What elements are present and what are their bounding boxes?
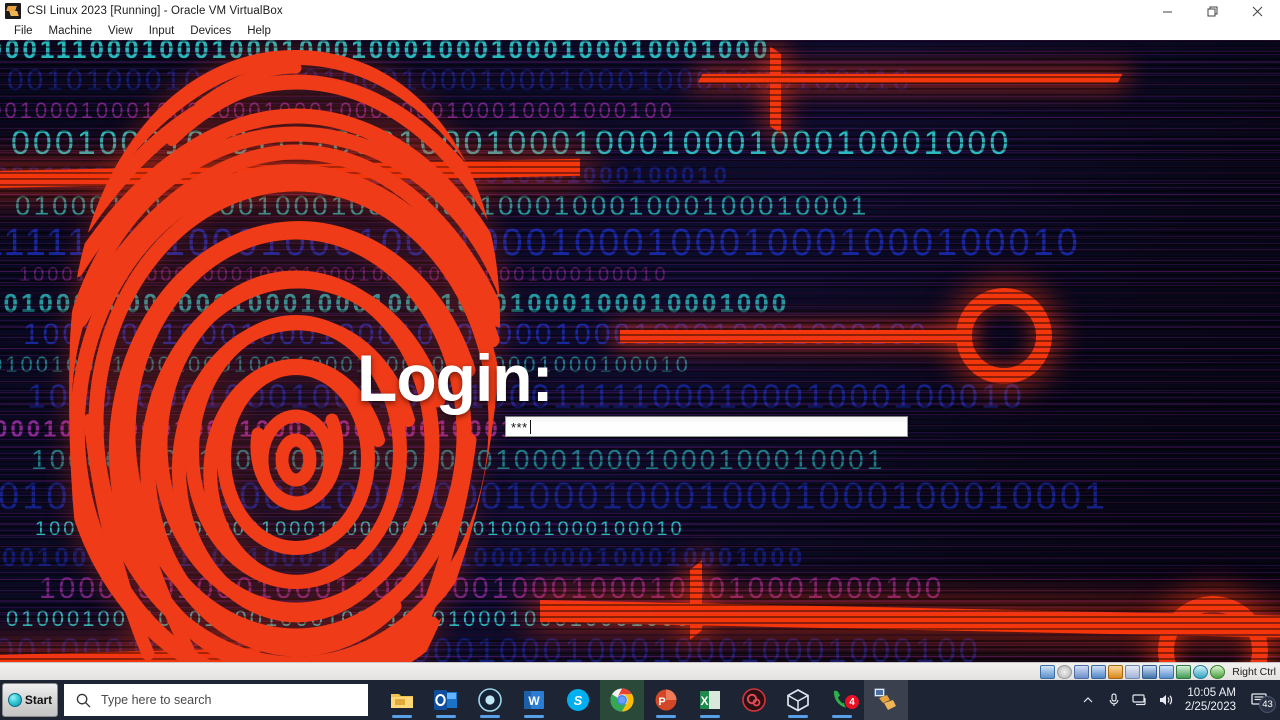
obs-icon	[741, 687, 767, 713]
features-indicator[interactable]	[1176, 664, 1192, 679]
binary-row: 0100010001000100010001000100010001000100…	[0, 476, 1109, 518]
start-button[interactable]: Start	[2, 683, 58, 717]
binary-row: 1111100010001000100010001000100010001000…	[0, 222, 1081, 264]
shared-folders-indicator[interactable]	[1125, 664, 1141, 679]
optical-drive-indicator[interactable]	[1057, 664, 1073, 679]
mouse-indicator[interactable]	[1193, 664, 1209, 679]
taskbar-item-chrome[interactable]	[600, 680, 644, 720]
binary-row: 1000100010001000100010001000100010001000…	[19, 264, 669, 286]
taskbar-item-word[interactable]: W	[512, 680, 556, 720]
window-title: CSI Linux 2023 [Running] - Oracle VM Vir…	[27, 5, 283, 17]
binary-row: 1000010001000100010001000100010001000100…	[31, 444, 886, 475]
circuit-trace-bottom-diagonal	[690, 560, 702, 640]
taskbar-item-skype[interactable]: S	[556, 680, 600, 720]
network-icon[interactable]	[1127, 680, 1153, 720]
search-placeholder: Type here to search	[101, 693, 212, 707]
menu-help[interactable]: Help	[239, 24, 279, 38]
binary-row: 0010001000100010001000100010001000100010…	[2, 542, 806, 572]
outlook-icon	[433, 687, 459, 713]
binary-row: 1000100100010001000100010001000100010001…	[39, 572, 945, 605]
taskbar-clock[interactable]: 10:05 AM 2/25/2023	[1179, 680, 1244, 720]
window-controls	[1145, 0, 1280, 22]
usb-indicator[interactable]	[1108, 664, 1124, 679]
binary-row: 0100100010001000100010001000100010001000…	[0, 352, 691, 377]
search-input[interactable]: Type here to search	[64, 684, 368, 716]
taskbar-item-phone-link[interactable]: 4	[820, 680, 864, 720]
circuit-node-right	[956, 288, 1052, 384]
taskbar-item-file-explorer[interactable]	[380, 680, 424, 720]
taskbar-item-powerpoint[interactable]: P	[644, 680, 688, 720]
binary-row: 1000111000100010001000100010001000100010…	[0, 40, 771, 64]
taskbar-item-excel[interactable]: X	[688, 680, 732, 720]
binary-row: 0001000100011110001000100010001000100010…	[11, 124, 1012, 162]
virtualbox-menubar: File Machine View Input Devices Help	[0, 22, 1280, 40]
svg-text:X: X	[700, 694, 708, 708]
menu-view[interactable]: View	[100, 24, 141, 38]
binary-row: 1001000100010001000100010001000100010001…	[0, 98, 675, 123]
taskbar-app-buttons: W S P X 4	[380, 680, 908, 720]
svg-text:P: P	[658, 696, 665, 708]
password-masked-value: ***	[511, 420, 528, 435]
binary-row: 0100010001000100010001000100010001000100…	[15, 190, 870, 221]
floppy-indicator[interactable]	[1074, 664, 1090, 679]
keyboard-indicator[interactable]	[1210, 664, 1226, 679]
windows-taskbar: Start Type here to search W S P X 4 10:0…	[0, 680, 1280, 720]
restore-button[interactable]	[1190, 0, 1235, 22]
display-indicator[interactable]	[1142, 664, 1158, 679]
circuit-trace-top	[697, 74, 1123, 83]
menu-input[interactable]: Input	[141, 24, 183, 38]
virtualbox-titlebar: CSI Linux 2023 [Running] - Oracle VM Vir…	[0, 0, 1280, 22]
start-button-label: Start	[24, 693, 53, 707]
text-caret	[529, 419, 531, 434]
search-icon	[76, 693, 91, 708]
recording-indicator[interactable]	[1159, 664, 1175, 679]
microphone-icon[interactable]	[1101, 680, 1127, 720]
virtualbox-vm-icon	[5, 3, 21, 19]
taskbar-item-outlook[interactable]	[424, 680, 468, 720]
login-label: Login:	[357, 341, 554, 415]
taskbar-item-csi-linux-vm[interactable]	[864, 680, 908, 720]
circuit-trace-top-diagonal	[770, 46, 781, 134]
virtualbox-window: CSI Linux 2023 [Running] - Oracle VM Vir…	[0, 0, 1280, 680]
start-orb-icon	[7, 693, 22, 707]
close-button[interactable]	[1235, 0, 1280, 22]
guest-screen[interactable]: 1000111000100010001000100010001000100010…	[0, 40, 1280, 662]
record-circle-icon	[477, 687, 503, 713]
virtualbox-statusbar: Right Ctrl	[0, 662, 1280, 680]
virtualbox-vm-icon	[873, 687, 899, 713]
excel-icon: X	[697, 687, 723, 713]
powerpoint-icon: P	[653, 687, 679, 713]
taskbar-item-screen-recorder[interactable]	[468, 680, 512, 720]
menu-file[interactable]: File	[6, 24, 41, 38]
clock-date: 2/25/2023	[1184, 701, 1236, 713]
minimize-button[interactable]	[1145, 0, 1190, 22]
system-tray: 10:05 AM 2/25/2023 43	[1075, 680, 1280, 720]
host-key-label: Right Ctrl	[1232, 665, 1276, 678]
volume-icon[interactable]	[1153, 680, 1179, 720]
chrome-icon	[609, 687, 635, 713]
binary-row: 0010001000100010001000100010001000100010…	[0, 288, 790, 318]
clock-time: 10:05 AM	[1187, 687, 1236, 699]
network-indicator[interactable]	[1091, 664, 1107, 679]
svg-text:W: W	[528, 694, 540, 708]
taskbar-item-virtualbox[interactable]	[776, 680, 820, 720]
taskbar-item-obs-studio[interactable]	[732, 680, 776, 720]
folder-icon	[389, 687, 415, 713]
chevron-up-icon[interactable]	[1075, 680, 1101, 720]
virtualbox-box-icon	[785, 687, 811, 713]
menu-machine[interactable]: Machine	[41, 24, 100, 38]
phone-notification-badge: 4	[844, 694, 860, 710]
action-center-badge: 43	[1259, 696, 1276, 713]
word-icon: W	[521, 687, 547, 713]
svg-text:S: S	[574, 693, 583, 708]
circuit-trace-mid-right	[620, 330, 960, 343]
menu-devices[interactable]: Devices	[182, 24, 239, 38]
password-input[interactable]: ***	[505, 416, 908, 437]
binary-row: 1000100010001000100010001000100010001000…	[35, 518, 685, 540]
skype-icon: S	[565, 687, 591, 713]
action-center-button[interactable]: 43	[1244, 680, 1276, 720]
hard-disk-indicator[interactable]	[1040, 664, 1056, 679]
